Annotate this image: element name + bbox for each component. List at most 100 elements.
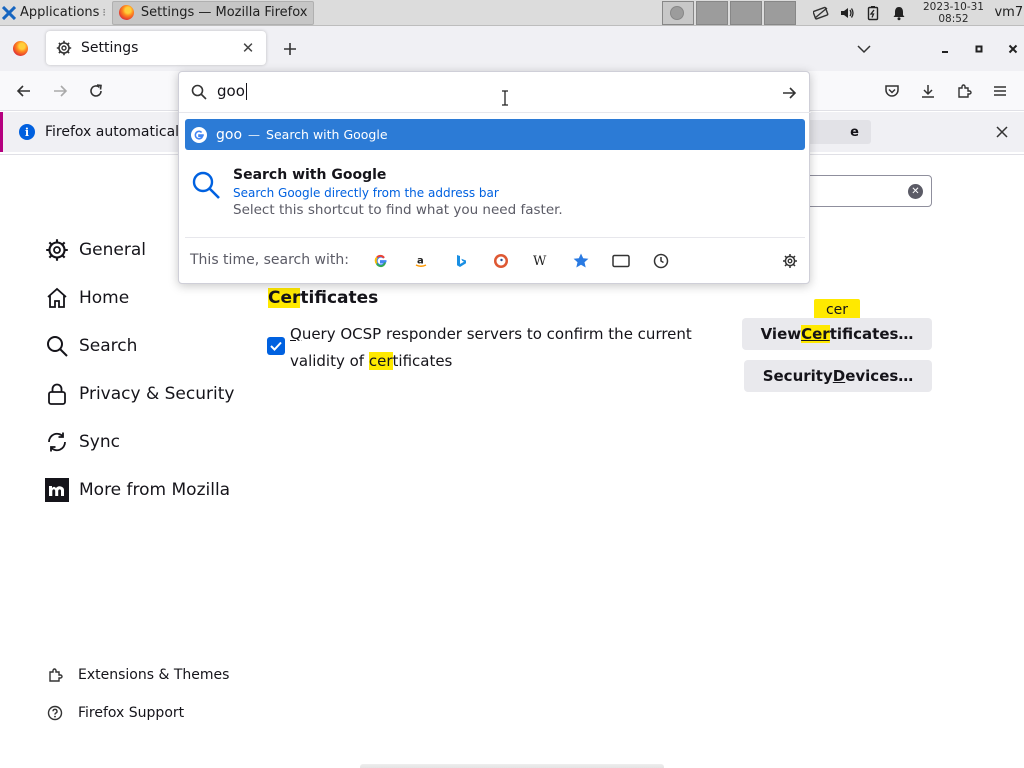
maximize-button[interactable] — [966, 36, 992, 62]
forward-button[interactable] — [48, 79, 72, 103]
extensions-button[interactable] — [952, 79, 976, 103]
info-icon: i — [19, 124, 35, 140]
tab-settings[interactable]: Settings ✕ — [46, 31, 266, 65]
close-window-button[interactable] — [1000, 36, 1024, 62]
list-all-tabs-button[interactable] — [852, 37, 876, 61]
url-text: goo — [217, 82, 247, 100]
google-icon — [374, 254, 387, 268]
search-settings-button[interactable] — [780, 251, 800, 271]
tab-close-button[interactable]: ✕ — [240, 39, 256, 57]
search-engine-bing[interactable] — [451, 251, 471, 271]
firefox-icon — [118, 5, 134, 20]
search-engine-google[interactable] — [371, 251, 391, 271]
clock[interactable]: 2023-10-31 08:52 — [920, 1, 986, 25]
notification-bell-icon[interactable] — [891, 5, 907, 21]
ocsp-checkbox[interactable] — [267, 337, 285, 355]
url-input[interactable]: goo — [179, 72, 811, 112]
notification-close-button[interactable] — [993, 123, 1011, 141]
applications-menu[interactable]: Applications ⁝ — [0, 0, 110, 26]
ibeam-cursor-icon — [502, 90, 508, 106]
extensions-icon — [46, 666, 64, 684]
search-highlight: cer — [368, 352, 393, 370]
mozilla-icon — [44, 477, 70, 503]
urlbar-result-selected[interactable]: goo — Search with Google — [185, 119, 805, 150]
view-certificates-button[interactable]: View Cer tificates… — [742, 318, 932, 350]
search-history-button[interactable] — [651, 251, 671, 271]
button-text: View — [760, 325, 802, 343]
go-button[interactable] — [779, 83, 799, 103]
network-icon[interactable] — [813, 5, 829, 21]
sidebar-item-search[interactable]: Search — [44, 330, 137, 362]
clear-search-button[interactable]: ✕ — [908, 184, 923, 199]
firefox-view-button[interactable] — [8, 37, 32, 61]
clock-date: 2023-10-31 — [922, 0, 984, 13]
notification-action-label: e — [850, 124, 859, 140]
new-tab-button[interactable] — [278, 37, 302, 61]
sidebar-item-more-from-mozilla[interactable]: More from Mozilla — [44, 474, 230, 506]
tab-strip: Settings ✕ — [0, 26, 1024, 71]
certificates-section-title: Certificates — [268, 288, 378, 308]
label-accesskey: Q — [290, 325, 302, 343]
volume-icon[interactable] — [839, 5, 855, 21]
taskbar-window-title: Settings — Mozilla Firefox — [140, 5, 308, 20]
workspace-4[interactable] — [764, 0, 797, 25]
sidebar-item-general[interactable]: General — [44, 234, 146, 266]
result-action: Search with Google — [266, 127, 388, 142]
app-menu-button[interactable] — [988, 79, 1012, 103]
sidebar-item-label: General — [79, 240, 146, 260]
label-text-end: tificates — [392, 352, 453, 370]
search-tooltip: cer — [814, 299, 860, 320]
svg-text:W: W — [533, 254, 547, 268]
applications-label: Applications — [20, 5, 100, 20]
reload-button[interactable] — [84, 79, 108, 103]
search-engine-wikipedia[interactable]: W — [531, 251, 551, 271]
search-engine-amazon[interactable]: a — [411, 251, 431, 271]
search-tabs-button[interactable] — [611, 251, 631, 271]
minimize-icon — [942, 51, 948, 53]
downloads-button[interactable] — [916, 79, 940, 103]
user-name[interactable]: vm7 — [994, 5, 1023, 20]
sidebar-item-label: Sync — [79, 432, 120, 452]
search-icon — [191, 84, 207, 100]
workspace-switcher — [662, 0, 798, 25]
workspace-3[interactable] — [730, 0, 763, 25]
back-button[interactable] — [12, 79, 36, 103]
workspace-2[interactable] — [696, 0, 729, 25]
button-text: Security — [762, 367, 833, 385]
battery-icon[interactable] — [865, 5, 881, 21]
ocsp-checkbox-label[interactable]: Query OCSP responder servers to confirm … — [290, 321, 730, 375]
urlbar-tip[interactable]: Search with Google Search Google directl… — [179, 164, 811, 222]
sidebar-item-label: Privacy & Security — [79, 384, 235, 404]
firefox-icon — [670, 5, 685, 20]
search-bookmarks-button[interactable] — [571, 251, 591, 271]
one-off-label: This time, search with: — [190, 252, 349, 268]
button-text-end: evices… — [845, 367, 914, 385]
minimize-button[interactable] — [932, 36, 958, 62]
back-arrow-icon — [16, 85, 30, 97]
sync-icon — [44, 429, 70, 455]
workspace-1[interactable] — [662, 0, 695, 25]
svg-text:a: a — [417, 256, 424, 267]
search-engine-duckduckgo[interactable] — [491, 251, 511, 271]
url-typed-text: goo — [217, 82, 245, 100]
pocket-button[interactable] — [880, 79, 904, 103]
firefox-icon — [12, 41, 28, 56]
taskbar-window-button[interactable]: Settings — Mozilla Firefox — [111, 0, 315, 25]
close-icon — [996, 126, 1008, 138]
lock-icon — [44, 381, 70, 407]
sidebar-firefox-support-link[interactable]: Firefox Support — [46, 701, 184, 725]
search-icon — [44, 333, 70, 359]
bing-icon — [457, 255, 466, 267]
divider — [185, 237, 805, 238]
security-devices-button[interactable]: Security Devices… — [744, 360, 932, 392]
urlbar-dropdown: goo goo — Search with Google Search with… — [178, 71, 811, 284]
tabs-icon — [612, 254, 630, 268]
tip-subtitle: Search Google directly from the address … — [233, 186, 499, 200]
sidebar-extensions-themes-link[interactable]: Extensions & Themes — [46, 663, 229, 687]
notification-action-button[interactable]: e — [807, 120, 871, 144]
sidebar-item-home[interactable]: Home — [44, 282, 129, 314]
bottom-edge — [360, 764, 664, 768]
sidebar-item-sync[interactable]: Sync — [44, 426, 120, 458]
sidebar-item-privacy[interactable]: Privacy & Security — [44, 378, 234, 410]
arrow-right-icon — [783, 87, 797, 99]
